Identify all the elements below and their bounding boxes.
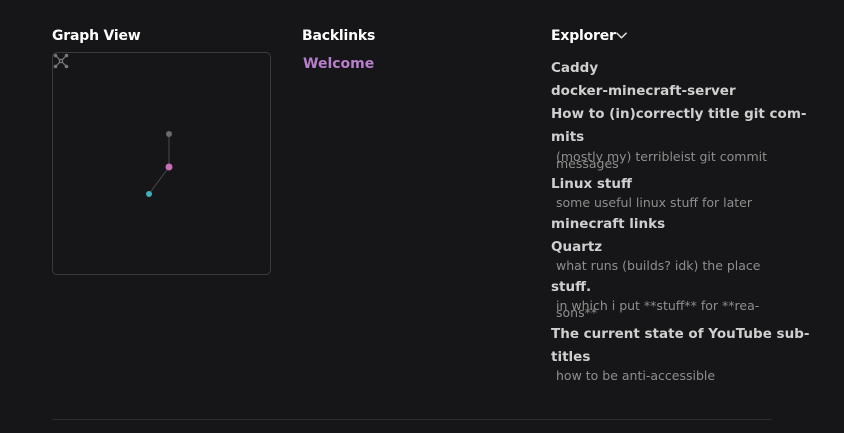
backlinks-title: Backlinks xyxy=(302,28,376,44)
explorer-item-git-commits[interactable]: How to (in)correctly title git com- mits xyxy=(551,103,807,149)
graph-view-title: Graph View xyxy=(52,28,141,44)
explorer-item-quartz[interactable]: Quartz xyxy=(551,236,776,259)
backlink-welcome[interactable]: Welcome xyxy=(303,56,374,72)
explorer-item-title-cont: titles xyxy=(551,349,591,365)
graph-node[interactable] xyxy=(166,131,172,137)
graph-svg[interactable] xyxy=(53,53,272,276)
explorer-item-stuff[interactable]: stuff. xyxy=(551,276,776,299)
graph-node-current[interactable] xyxy=(165,163,173,171)
footer-divider xyxy=(52,419,772,420)
explorer-item-description: how to be anti-accessible xyxy=(556,368,716,383)
explorer-item-title-cont: mits xyxy=(551,129,585,145)
explorer-item-docker-minecraft-server[interactable]: docker-minecraft-server xyxy=(551,80,776,103)
explorer-item-description: what runs (builds? idk) the place xyxy=(556,258,761,273)
graph-edge xyxy=(148,166,170,195)
explorer-item-description-cont: sons** xyxy=(556,305,598,320)
expand-graph-icon[interactable] xyxy=(53,53,69,69)
explorer-item-minecraft-links[interactable]: minecraft links xyxy=(551,213,776,236)
explorer-item-description: some useful linux stuff for later xyxy=(556,195,753,210)
explorer-item-linux-stuff[interactable]: Linux stuff xyxy=(551,173,776,196)
chevron-down-icon[interactable] xyxy=(615,29,628,42)
explorer-item-title: How to (in)correctly title git com- xyxy=(551,106,807,122)
explorer-item-description-cont: messages xyxy=(556,156,619,171)
graph-view-canvas[interactable] xyxy=(52,52,271,275)
explorer-title[interactable]: Explorer xyxy=(551,28,616,44)
page: Graph View Backlinks Welcome Explorer Ca… xyxy=(0,0,844,433)
explorer-item-caddy[interactable]: Caddy xyxy=(551,57,776,80)
explorer-item-title: The current state of YouTube sub- xyxy=(551,326,810,342)
graph-node[interactable] xyxy=(146,191,152,197)
explorer-item-youtube-subtitles[interactable]: The current state of YouTube sub- titles xyxy=(551,323,809,369)
